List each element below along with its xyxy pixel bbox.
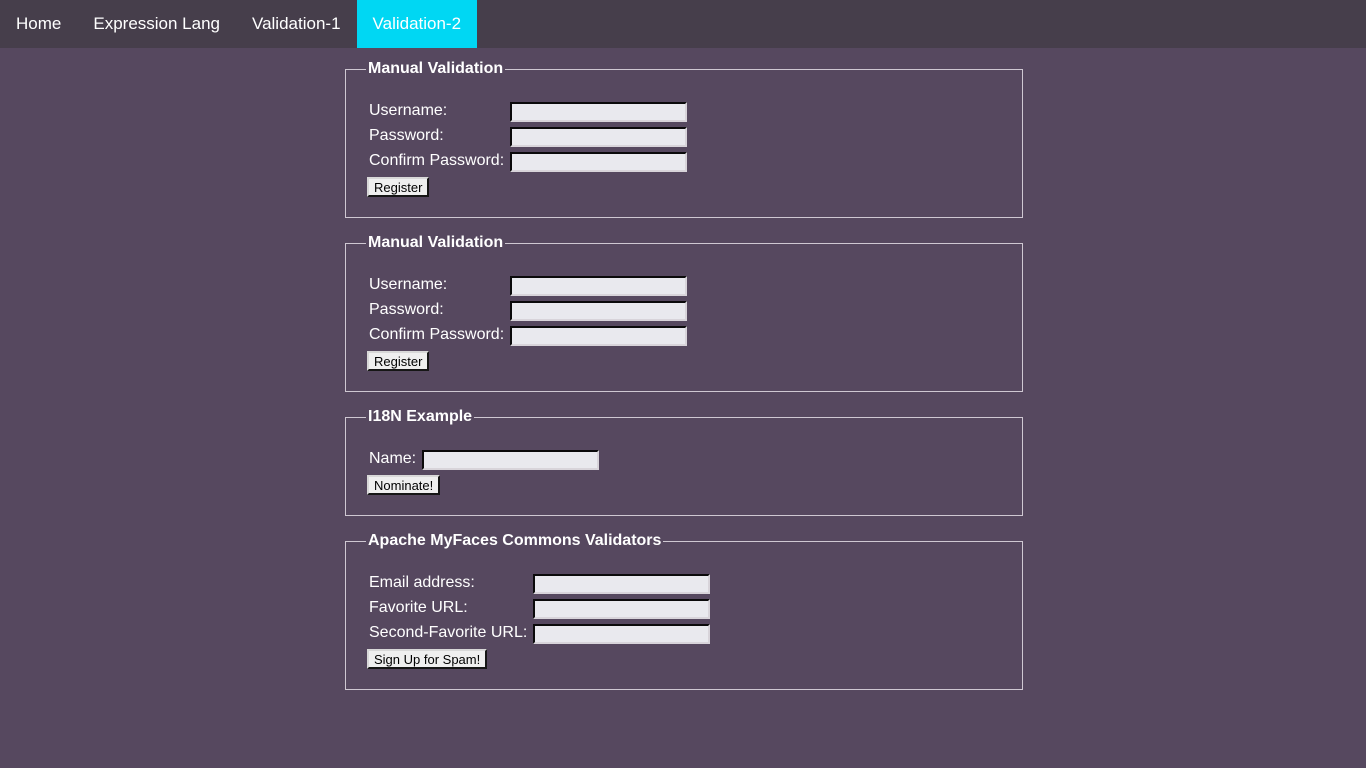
second-favorite-url-input[interactable]: [533, 624, 710, 644]
favorite-url-label: Favorite URL:: [369, 598, 468, 616]
nav-item-expression-lang[interactable]: Expression Lang: [77, 0, 236, 48]
nav-item-home[interactable]: Home: [0, 0, 77, 48]
panel-legend: Manual Validation: [366, 59, 506, 79]
username-input[interactable]: [510, 276, 687, 296]
email-address-label: Email address:: [369, 573, 475, 591]
name-input[interactable]: [422, 450, 599, 470]
second-favorite-url-label: Second-Favorite URL:: [369, 623, 528, 641]
password-label: Password:: [369, 300, 444, 318]
email-address-input[interactable]: [533, 574, 710, 594]
confirm-password-input[interactable]: [510, 152, 687, 172]
confirm-password-label: Confirm Password:: [369, 325, 505, 343]
sign-up-for-spam-button[interactable]: Sign Up for Spam!: [367, 649, 488, 669]
myfaces-commons-validators-panel: Apache MyFaces Commons Validators Email …: [345, 531, 1023, 690]
confirm-password-input[interactable]: [510, 326, 687, 346]
favorite-url-input[interactable]: [533, 599, 710, 619]
nominate-button[interactable]: Nominate!: [367, 475, 441, 495]
password-input[interactable]: [510, 301, 687, 321]
panel-legend: Manual Validation: [366, 233, 506, 253]
name-label: Name:: [369, 449, 417, 467]
password-input[interactable]: [510, 127, 687, 147]
manual-validation-panel-2: Manual Validation Username: Password: Co…: [345, 233, 1023, 392]
password-label: Password:: [369, 126, 444, 144]
register-button[interactable]: Register: [367, 177, 430, 197]
register-button[interactable]: Register: [367, 351, 430, 371]
i18n-example-panel: I18N Example Name: Nominate!: [345, 407, 1023, 516]
panel-legend: Apache MyFaces Commons Validators: [366, 531, 664, 551]
confirm-password-label: Confirm Password:: [369, 151, 505, 169]
top-nav-bar: Home Expression Lang Validation-1 Valida…: [0, 0, 1366, 48]
nav-item-validation-2[interactable]: Validation-2: [356, 0, 478, 48]
username-input[interactable]: [510, 102, 687, 122]
nav-item-validation-1[interactable]: Validation-1: [236, 0, 357, 48]
username-label: Username:: [369, 275, 448, 293]
panel-legend: I18N Example: [366, 407, 475, 427]
manual-validation-panel-1: Manual Validation Username: Password: Co…: [345, 59, 1023, 218]
username-label: Username:: [369, 101, 448, 119]
